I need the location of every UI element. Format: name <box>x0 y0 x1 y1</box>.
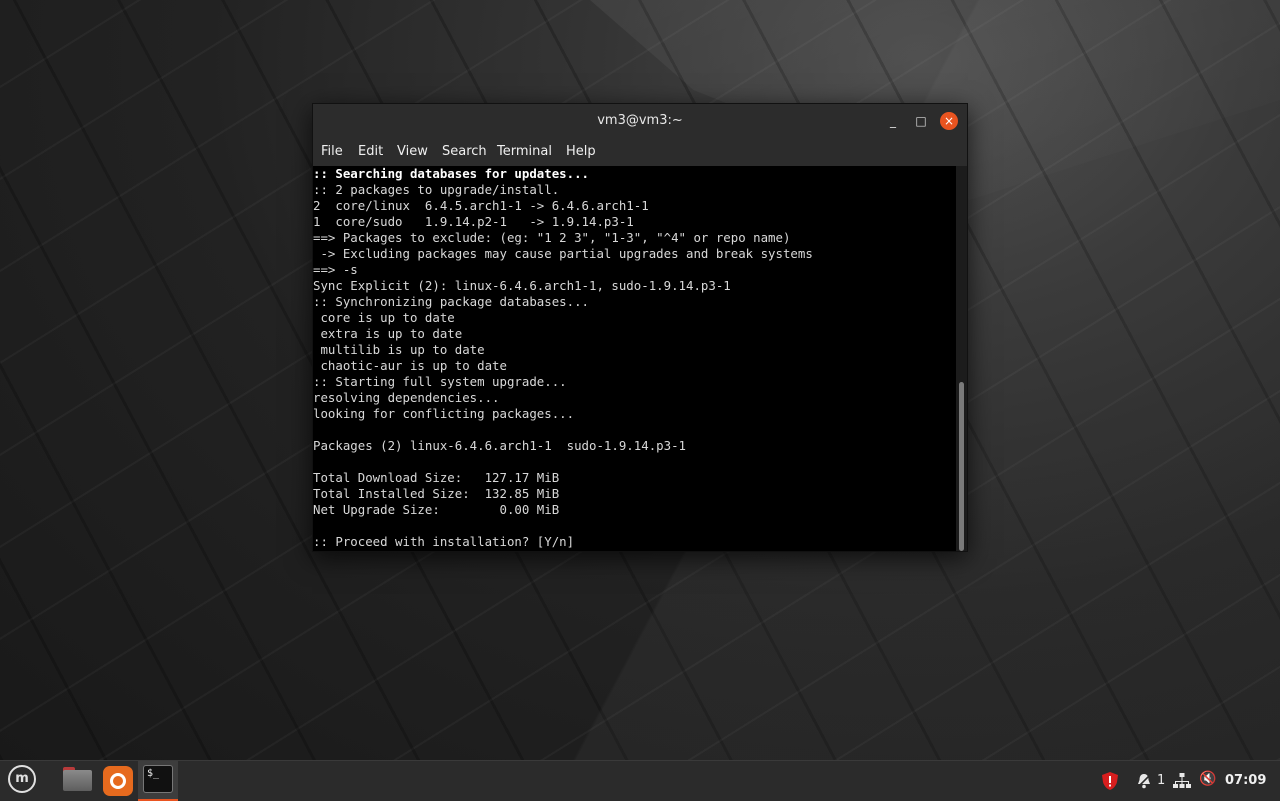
terminal-line: Sync Explicit (2): linux-6.4.6.arch1-1, … <box>313 278 731 293</box>
terminal-line: chaotic-aur is up to date <box>313 358 507 373</box>
terminal-icon: $_ <box>143 765 173 793</box>
menu-terminal[interactable]: Terminal <box>497 144 552 159</box>
terminal-line: :: Starting full system upgrade... <box>313 374 567 389</box>
firefox-icon-inner <box>110 773 126 789</box>
minimize-button[interactable]: _ <box>884 112 902 130</box>
terminal-line: :: Synchronizing package databases... <box>313 294 590 309</box>
menu-help[interactable]: Help <box>566 144 596 159</box>
terminal-line: ==> Packages to exclude: (eg: "1 2 3", "… <box>313 230 791 245</box>
notification-bell-icon[interactable] <box>1135 772 1153 790</box>
terminal-line: :: Proceed with installation? [Y/n] <box>313 534 575 549</box>
terminal-line: -> Excluding packages may cause partial … <box>313 246 813 261</box>
notification-count: 1 <box>1157 773 1166 788</box>
menu-bar: File Edit View Search Terminal Help <box>313 138 967 166</box>
folder-icon <box>63 770 92 791</box>
terminal-line: :: 2 packages to upgrade/install. <box>313 182 560 197</box>
start-menu-button[interactable]: m <box>4 761 40 801</box>
terminal-line: Total Installed Size: 132.85 MiB <box>313 486 560 501</box>
shield-icon[interactable] <box>1100 771 1120 791</box>
terminal-line: multilib is up to date <box>313 342 485 357</box>
menu-edit[interactable]: Edit <box>358 144 383 159</box>
window-titlebar[interactable]: vm3@vm3:~ _ □ × <box>313 104 967 138</box>
terminal-line: :: Searching databases for updates... <box>313 166 590 181</box>
terminal-line: core is up to date <box>313 310 455 325</box>
menu-search[interactable]: Search <box>442 144 487 159</box>
scrollbar-thumb[interactable] <box>959 382 964 551</box>
firefox-launcher[interactable] <box>100 761 136 801</box>
network-icon[interactable] <box>1173 772 1191 790</box>
menu-view[interactable]: View <box>397 144 428 159</box>
terminal-line: extra is up to date <box>313 326 463 341</box>
terminal-line: 1 core/sudo 1.9.14.p2-1 -> 1.9.14.p3-1 <box>313 214 634 229</box>
terminal-line: resolving dependencies... <box>313 390 500 405</box>
terminal-output[interactable]: :: Searching databases for updates...:: … <box>313 166 953 551</box>
firefox-icon <box>103 766 133 796</box>
terminal-line: looking for conflicting packages... <box>313 406 575 421</box>
terminal-window[interactable]: vm3@vm3:~ _ □ × File Edit View Search Te… <box>312 103 968 552</box>
menu-file[interactable]: File <box>321 144 343 159</box>
mint-menu-icon: m <box>8 765 36 793</box>
maximize-button[interactable]: □ <box>912 112 930 130</box>
taskbar: m $_ 1 🔇 07:09 <box>0 760 1280 801</box>
terminal-line: Net Upgrade Size: 0.00 MiB <box>313 502 560 517</box>
terminal-taskbar-button[interactable]: $_ <box>138 761 178 801</box>
files-launcher[interactable] <box>60 761 96 801</box>
volume-muted-icon[interactable]: 🔇 <box>1199 771 1216 787</box>
clock[interactable]: 07:09 <box>1225 773 1266 788</box>
terminal-scrollbar[interactable] <box>956 166 967 551</box>
terminal-line: Packages (2) linux-6.4.6.arch1-1 sudo-1.… <box>313 438 686 453</box>
terminal-line: 2 core/linux 6.4.5.arch1-1 -> 6.4.6.arch… <box>313 198 649 213</box>
terminal-line: ==> -s <box>313 262 358 277</box>
window-title: vm3@vm3:~ <box>597 113 683 128</box>
close-button[interactable]: × <box>940 112 958 130</box>
terminal-line: Total Download Size: 127.17 MiB <box>313 470 560 485</box>
